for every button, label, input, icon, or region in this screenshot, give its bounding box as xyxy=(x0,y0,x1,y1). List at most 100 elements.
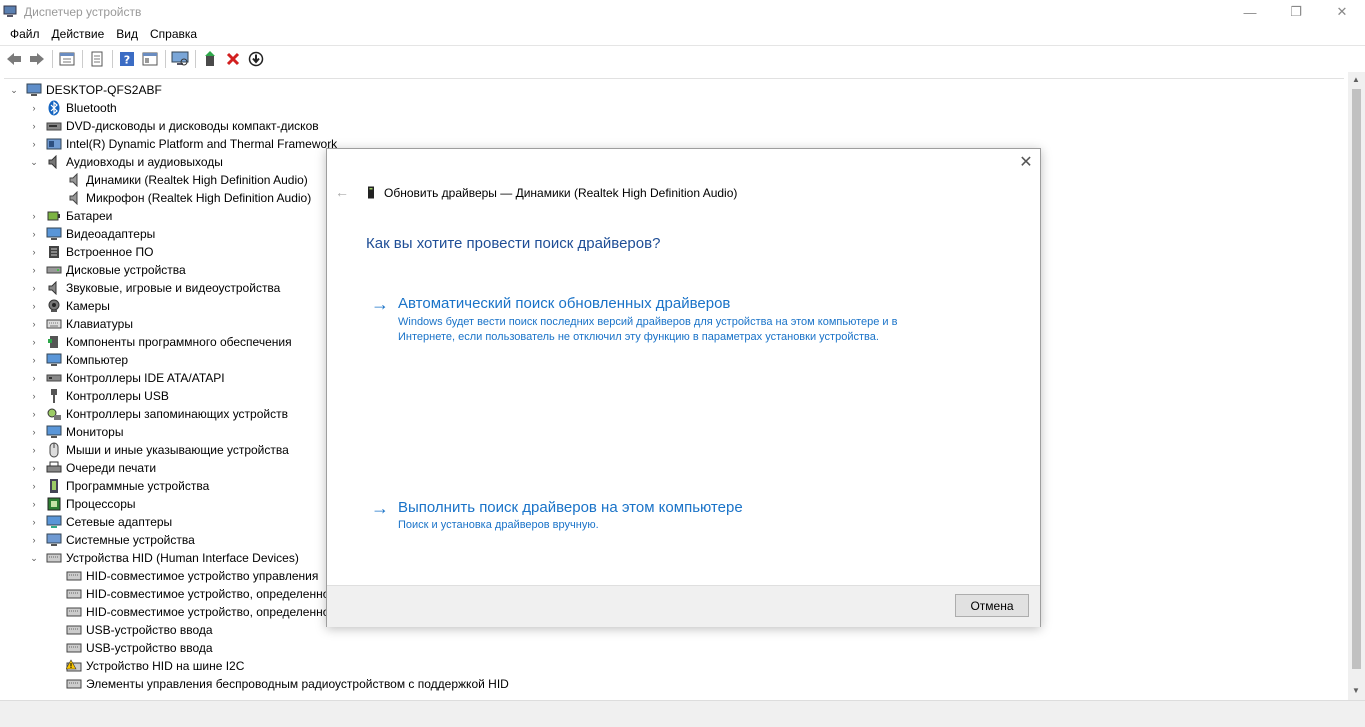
download-icon[interactable] xyxy=(246,49,266,69)
scroll-down-icon[interactable]: ▼ xyxy=(1352,686,1360,695)
tree-node-label: HID-совместимое устройство управления xyxy=(86,569,319,583)
expand-chevron-icon[interactable]: › xyxy=(28,336,40,348)
tree-node-storage-controllers[interactable]: › Контроллеры запоминающих устройств xyxy=(28,405,288,423)
expand-chevron-icon[interactable]: › xyxy=(28,426,40,438)
tree-node-mice[interactable]: › Мыши и иные указывающие устройства xyxy=(28,441,289,459)
expand-chevron-icon[interactable]: › xyxy=(28,354,40,366)
tree-node-hid[interactable]: ⌄ Устройства HID (Human Interface Device… xyxy=(28,549,299,567)
tree-node-hid-device[interactable]: HID-совместимое устройство, определенно xyxy=(66,585,329,603)
scroll-up-icon[interactable]: ▲ xyxy=(1352,75,1360,84)
maximize-button[interactable]: ❐ xyxy=(1273,0,1319,24)
collapse-chevron-icon[interactable]: ⌄ xyxy=(28,156,40,168)
collapse-chevron-icon[interactable]: ⌄ xyxy=(8,84,20,96)
tree-node-ide-controllers[interactable]: › Контроллеры IDE ATA/ATAPI xyxy=(28,369,225,387)
update-driver-icon[interactable] xyxy=(200,49,220,69)
tree-node-dvd[interactable]: › DVD-дисководы и дисководы компакт-диск… xyxy=(28,117,319,135)
expand-chevron-icon[interactable]: › xyxy=(28,228,40,240)
document-icon[interactable] xyxy=(87,49,107,69)
tree-node-wireless-radio-hid[interactable]: Элементы управления беспроводным радиоус… xyxy=(66,675,509,693)
tree-node-bluetooth[interactable]: › Bluetooth xyxy=(28,99,117,117)
uninstall-icon[interactable] xyxy=(223,49,243,69)
tree-node-disk-drives[interactable]: › Дисковые устройства xyxy=(28,261,186,279)
auto-search-option[interactable]: Автоматический поиск обновленных драйвер… xyxy=(398,295,730,312)
expand-chevron-icon[interactable]: › xyxy=(28,480,40,492)
tree-node-keyboards[interactable]: › Клавиатуры xyxy=(28,315,133,333)
expand-chevron-icon[interactable]: › xyxy=(28,498,40,510)
menu-action[interactable]: Действие xyxy=(46,24,111,44)
expand-chevron-icon[interactable]: › xyxy=(28,372,40,384)
tree-node-microphone[interactable]: Микрофон (Realtek High Definition Audio) xyxy=(66,189,311,207)
menu-file[interactable]: Файл xyxy=(4,24,46,44)
tree-node-hid-device[interactable]: HID-совместимое устройство управления xyxy=(66,567,318,585)
dialog-close-icon[interactable]: ✕ xyxy=(1017,154,1035,172)
expand-chevron-icon[interactable]: › xyxy=(28,120,40,132)
tree-node-speakers[interactable]: Динамики (Realtek High Definition Audio) xyxy=(66,171,308,189)
menu-help[interactable]: Справка xyxy=(144,24,203,44)
tree-node-video-adapters[interactable]: › Видеоадаптеры xyxy=(28,225,156,243)
tree-node-batteries[interactable]: › Батареи xyxy=(28,207,113,225)
software-device-icon xyxy=(46,478,62,494)
collapse-chevron-icon[interactable]: ⌄ xyxy=(28,552,40,564)
cancel-button[interactable]: Отмена xyxy=(955,594,1029,617)
expand-chevron-icon[interactable]: › xyxy=(28,102,40,114)
usb-icon xyxy=(46,388,62,404)
dialog-back-icon[interactable]: ← xyxy=(335,184,349,200)
expand-chevron-icon[interactable]: › xyxy=(28,210,40,222)
tree-node-software-components[interactable]: › Компоненты программного обеспечения xyxy=(28,333,292,351)
tree-node-processors[interactable]: › Процессоры xyxy=(28,495,136,513)
tree-root[interactable]: ⌄ DESKTOP-QFS2ABF xyxy=(8,81,162,99)
expand-chevron-icon[interactable]: › xyxy=(28,138,40,150)
expand-chevron-icon[interactable]: › xyxy=(28,408,40,420)
tree-node-usb-input[interactable]: USB-устройство ввода xyxy=(66,639,213,657)
software-component-icon xyxy=(46,334,62,350)
tree-node-print-queues[interactable]: › Очереди печати xyxy=(28,459,157,477)
tree-node-audio-io[interactable]: ⌄ Аудиовходы и аудиовыходы xyxy=(28,153,223,171)
tree-node-software-devices[interactable]: › Программные устройства xyxy=(28,477,209,495)
tree-node-usb-input[interactable]: USB-устройство ввода xyxy=(66,621,213,639)
computer-icon xyxy=(46,352,62,368)
expand-chevron-icon[interactable]: › xyxy=(28,516,40,528)
tree-node-hid-device[interactable]: HID-совместимое устройство, определенно xyxy=(66,603,329,621)
tree-node-label: Контроллеры запоминающих устройств xyxy=(66,407,288,421)
tree-node-label: HID-совместимое устройство, определенно xyxy=(86,587,330,601)
expand-chevron-icon[interactable]: › xyxy=(28,264,40,276)
tree-node-network-adapters[interactable]: › Сетевые адаптеры xyxy=(28,513,173,531)
details-window-icon[interactable] xyxy=(140,49,160,69)
toolbar-separator xyxy=(112,49,113,68)
expand-chevron-icon[interactable]: › xyxy=(28,300,40,312)
ide-controller-icon xyxy=(46,370,62,386)
expand-chevron-icon[interactable]: › xyxy=(28,534,40,546)
minimize-button[interactable]: — xyxy=(1227,0,1273,24)
option-arrow-icon[interactable]: → xyxy=(371,499,389,517)
expand-chevron-icon[interactable]: › xyxy=(28,390,40,402)
tree-node-cameras[interactable]: › Камеры xyxy=(28,297,110,315)
tree-node-label: Очереди печати xyxy=(66,461,157,475)
menu-view[interactable]: Вид xyxy=(110,24,144,44)
tree-node-usb-controllers[interactable]: › Контроллеры USB xyxy=(28,387,169,405)
toolbar-separator xyxy=(82,49,83,68)
expand-chevron-icon[interactable]: › xyxy=(28,444,40,456)
expand-chevron-icon[interactable]: › xyxy=(28,318,40,330)
forward-icon[interactable] xyxy=(27,49,47,69)
close-button[interactable]: ✕ xyxy=(1319,0,1365,24)
expand-chevron-icon[interactable]: › xyxy=(28,282,40,294)
toolbar-separator xyxy=(165,49,166,68)
tree-node-system-devices[interactable]: › Системные устройства xyxy=(28,531,195,549)
scan-hardware-icon[interactable] xyxy=(170,49,190,69)
tree-node-sound-devices[interactable]: › Звуковые, игровые и видеоустройства xyxy=(28,279,280,297)
tree-node-hid-i2c[interactable]: Устройство HID на шине I2C xyxy=(66,657,244,675)
tree-node-intel-dptf[interactable]: › Intel(R) Dynamic Platform and Thermal … xyxy=(28,135,338,153)
expand-chevron-icon[interactable]: › xyxy=(28,246,40,258)
expand-chevron-icon[interactable]: › xyxy=(28,462,40,474)
help-icon[interactable]: ? xyxy=(117,49,137,69)
browse-computer-option[interactable]: Выполнить поиск драйверов на этом компью… xyxy=(398,499,743,516)
disk-drive-icon xyxy=(46,262,62,278)
vertical-scrollbar[interactable]: ▲ ▼ xyxy=(1348,72,1365,700)
properties-window-icon[interactable] xyxy=(57,49,77,69)
tree-node-firmware[interactable]: › Встроенное ПО xyxy=(28,243,154,261)
back-icon[interactable] xyxy=(4,49,24,69)
tree-node-computer[interactable]: › Компьютер xyxy=(28,351,129,369)
tree-node-monitors[interactable]: › Мониторы xyxy=(28,423,124,441)
option-arrow-icon[interactable]: → xyxy=(371,295,389,313)
scrollbar-thumb[interactable] xyxy=(1352,89,1361,669)
